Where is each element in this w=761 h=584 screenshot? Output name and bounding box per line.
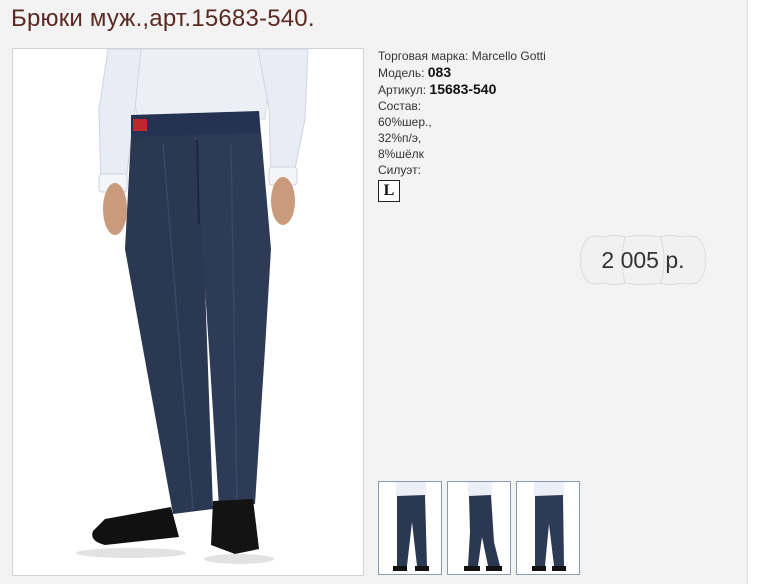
brand-row: Торговая марка: Marcello Gotti — [378, 48, 546, 64]
brand-label: Торговая марка: — [378, 49, 469, 63]
price-tag: 2 005 р. — [579, 235, 707, 285]
composition-item: 32%п/э, — [378, 131, 422, 145]
trousers-front-image — [76, 49, 309, 564]
composition-label: Состав: — [378, 99, 422, 113]
thumbnail-side[interactable] — [447, 481, 511, 575]
silhouette-label: Силуэт: — [378, 163, 421, 177]
price-value: 2 005 р. — [601, 247, 685, 273]
main-product-photo[interactable] — [12, 48, 364, 576]
brand-value: Marcello Gotti — [471, 49, 546, 63]
panel-border — [747, 0, 748, 584]
silhouette-badge: L — [378, 180, 400, 202]
page-title: Брюки муж.,арт.15683-540. — [11, 5, 315, 32]
composition-item: 8%шёлк — [378, 147, 424, 161]
model-value: 083 — [427, 64, 452, 80]
trousers-front-thumb-image — [393, 482, 429, 571]
article-row: Артикул: 15683-540 — [378, 81, 546, 98]
product-details: Торговая марка: Marcello Gotti Модель: 0… — [378, 48, 546, 202]
thumbnail-front[interactable] — [378, 481, 442, 575]
article-value: 15683-540 — [429, 81, 497, 97]
model-label: Модель: — [378, 66, 425, 80]
trousers-back-thumb-image — [532, 482, 566, 571]
trousers-side-thumb-image — [464, 482, 502, 571]
composition-item: 60%шер., — [378, 115, 432, 129]
model-row: Модель: 083 — [378, 64, 546, 81]
article-label: Артикул: — [378, 83, 427, 97]
thumbnail-back[interactable] — [516, 481, 580, 575]
